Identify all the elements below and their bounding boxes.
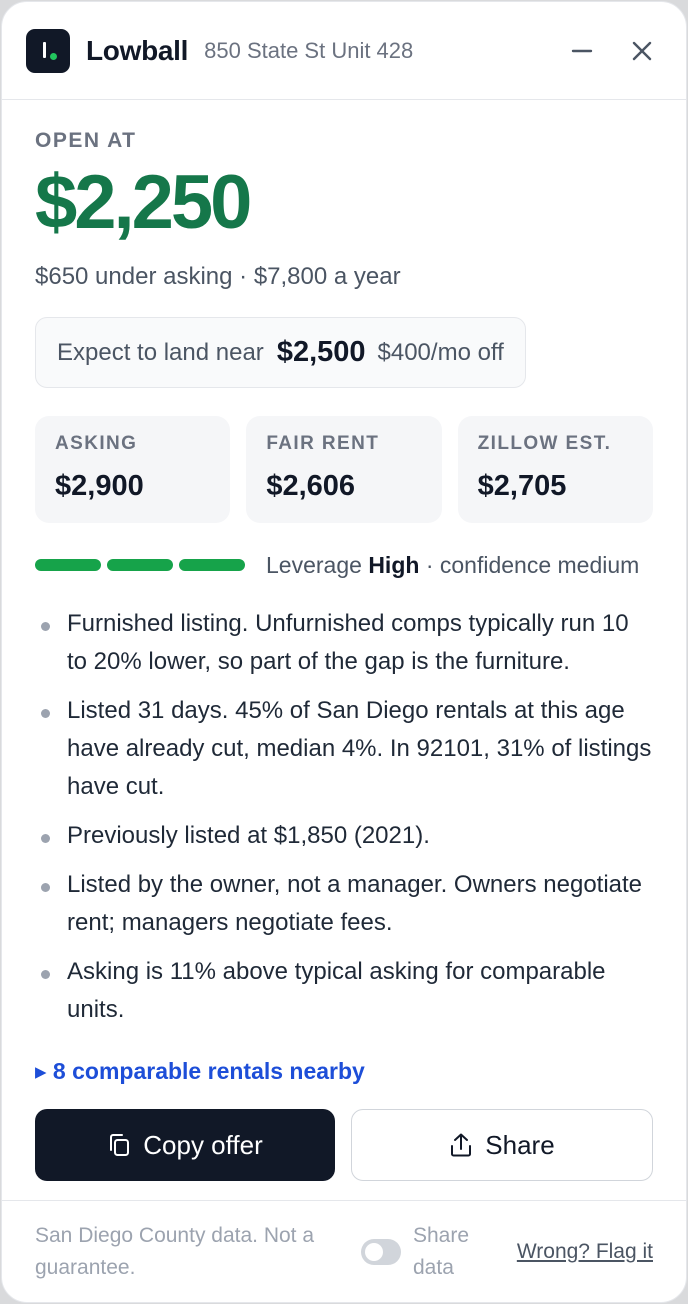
stat-label: ZILLOW EST. xyxy=(477,433,612,454)
disclaimer-text: San Diego County data. Not a guarantee. xyxy=(35,1223,315,1279)
header: Lowball 850 State St Unit 428 xyxy=(2,2,686,100)
app-logo-icon xyxy=(26,28,70,73)
savings-summary: $650 under asking · $7,800 a year xyxy=(35,263,401,290)
share-button[interactable]: Share xyxy=(351,1109,653,1181)
lowball-panel: Lowball 850 State St Unit 428 OPEN AT $2… xyxy=(1,1,687,1303)
leverage-segment xyxy=(35,559,101,571)
leverage-segment xyxy=(107,559,173,571)
stat-zillow-estimate: ZILLOW EST. $2,705 xyxy=(457,416,653,523)
listing-address: 850 State St Unit 428 xyxy=(204,37,414,63)
open-at-label: OPEN AT xyxy=(35,129,137,152)
brand-name: Lowball xyxy=(86,34,189,66)
share-data-toggle[interactable] xyxy=(361,1238,401,1265)
main-content: OPEN AT $2,250 $650 under asking · $7,80… xyxy=(2,129,686,1181)
copy-offer-label: Copy offer xyxy=(143,1129,263,1160)
action-buttons: Copy offer Share xyxy=(35,1109,653,1181)
toggle-knob xyxy=(365,1242,383,1261)
stat-asking: ASKING $2,900 xyxy=(35,416,231,523)
close-icon xyxy=(632,41,652,60)
list-item: Listed 31 days. 45% of San Diego rentals… xyxy=(35,692,653,806)
expect-discount: $400/mo off xyxy=(377,338,504,366)
minimize-button[interactable] xyxy=(562,31,602,71)
copy-offer-button[interactable]: Copy offer xyxy=(35,1109,335,1181)
expected-landing-box: Expect to land near $2,500 $400/mo off xyxy=(35,317,526,388)
leverage-text: Leverage High · confidence medium xyxy=(266,552,639,579)
comparable-rentals-link[interactable]: ▸ 8 comparable rentals nearby xyxy=(35,1058,365,1085)
price-stats: ASKING $2,900 FAIR RENT $2,606 ZILLOW ES… xyxy=(35,416,653,523)
close-button[interactable] xyxy=(622,31,662,71)
stat-fair-rent: FAIR RENT $2,606 xyxy=(246,416,442,523)
confidence-text: · confidence medium xyxy=(425,551,640,578)
expect-value: $2,500 xyxy=(276,336,366,368)
list-item: Asking is 11% above typical asking for c… xyxy=(35,953,653,1029)
flag-link[interactable]: Wrong? Flag it xyxy=(517,1240,653,1264)
list-item: Listed by the owner, not a manager. Owne… xyxy=(35,866,653,942)
list-item: Furnished listing. Unfurnished comps typ… xyxy=(35,605,653,681)
copy-icon xyxy=(110,1134,130,1156)
insight-list: Furnished listing. Unfurnished comps typ… xyxy=(35,605,653,1029)
share-icon xyxy=(451,1133,472,1157)
leverage-level: High xyxy=(368,551,420,578)
leverage-segment xyxy=(179,559,245,571)
share-data-label: Share data xyxy=(413,1223,470,1279)
stat-value: $2,900 xyxy=(55,470,144,502)
minus-icon xyxy=(571,49,593,52)
expect-label: Expect to land near xyxy=(57,338,264,366)
leverage-row: Leverage High · confidence medium xyxy=(35,551,653,579)
share-label: Share xyxy=(485,1129,555,1160)
list-item: Previously listed at $1,850 (2021). xyxy=(35,817,653,855)
stat-label: FAIR RENT xyxy=(266,433,380,454)
open-price: $2,250 xyxy=(35,160,252,245)
stat-label: ASKING xyxy=(55,433,138,454)
leverage-prefix: Leverage xyxy=(266,551,362,578)
stat-value: $2,705 xyxy=(477,470,567,502)
footer: San Diego County data. Not a guarantee. … xyxy=(2,1200,686,1302)
stat-value: $2,606 xyxy=(266,470,356,502)
